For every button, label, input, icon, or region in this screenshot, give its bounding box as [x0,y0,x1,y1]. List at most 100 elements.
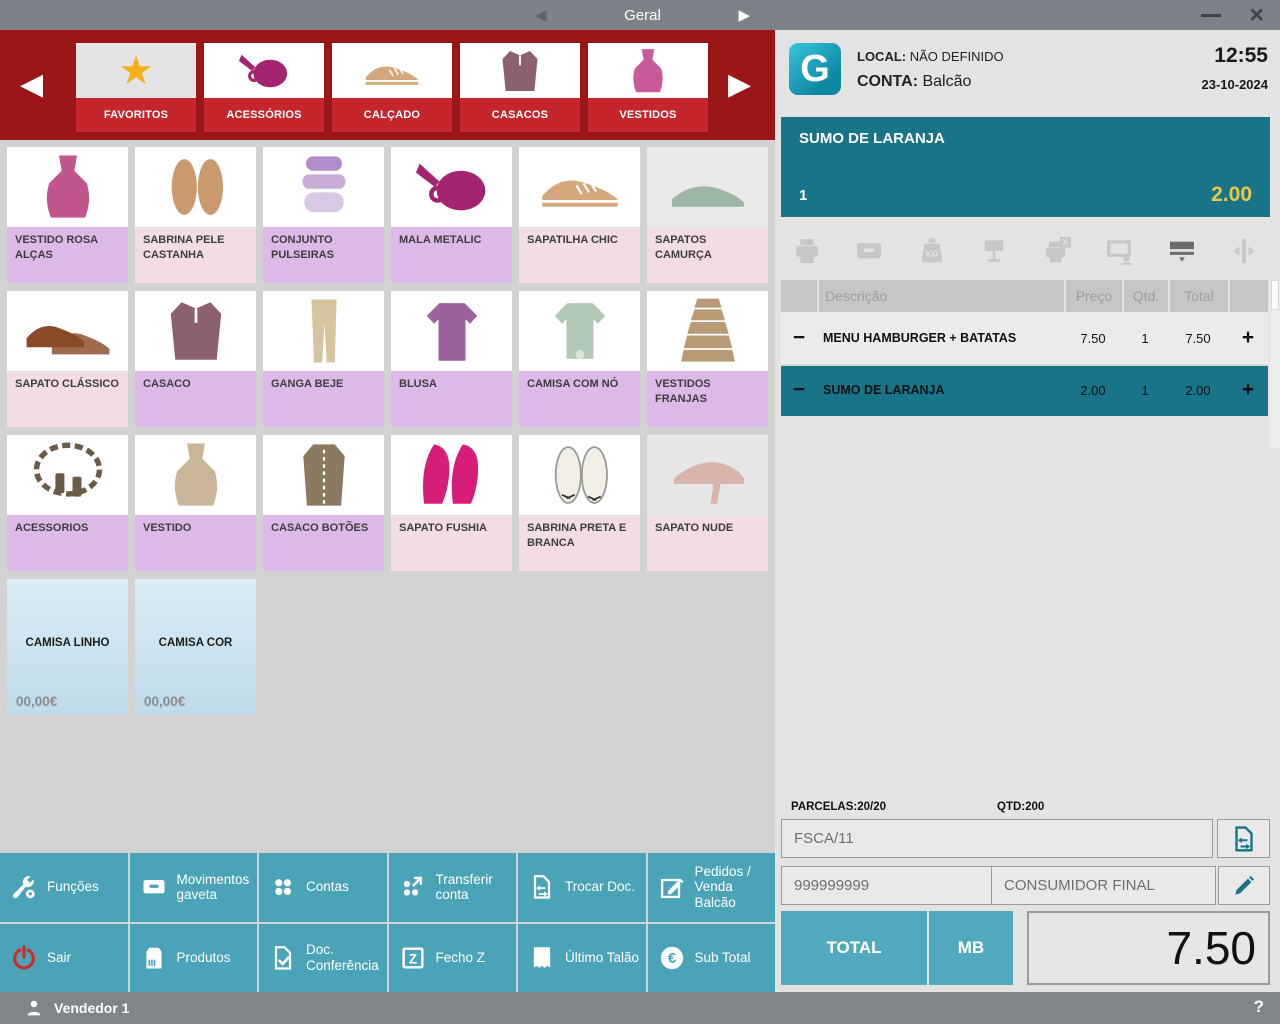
display-icon[interactable] [1166,235,1198,267]
function-button-pedidos-venda-balc-o[interactable]: Pedidos / Venda Balcão [648,853,776,922]
casaco-image [135,291,256,371]
casacos-category-icon [460,43,580,98]
product-name: SAPATO CLÁSSICO [7,371,128,427]
page-prev-icon[interactable]: ◀ [535,6,547,24]
sign-icon[interactable] [978,235,1010,267]
row-total: 7.50 [1168,331,1228,346]
page-title: Geral [624,7,661,24]
table-scrollbar-thumb[interactable] [1271,280,1279,310]
product-tile-sabrina-pele-castanha[interactable]: SABRINA PELE CASTANHA [135,147,256,283]
function-button-trocar-doc[interactable]: Trocar Doc. [518,853,646,922]
pos-application: ◀ Geral ▶ × ◀ ▶ ★FAVORITOSACESSÓRIOSCALÇ… [0,0,1280,1024]
product-name: SAPATILHA CHIC [519,227,640,283]
function-button-produtos[interactable]: Produtos [130,924,258,993]
function-button-transferir-conta[interactable]: Transferir conta [389,853,517,922]
change-document-button[interactable] [1217,819,1270,858]
product-tile-conjunto-pulseiras[interactable]: CONJUNTO PULSEIRAS [263,147,384,283]
order-rows: −MENU HAMBURGER + BATATAS7.5017.50+−SUMO… [781,312,1268,416]
product-tile-mala-metalic[interactable]: MALA METALIC [391,147,512,283]
product-tile-sapato-nude[interactable]: SAPATO NUDE [647,435,768,571]
scale-icon[interactable]: KG [916,235,948,267]
function-button-fun-es[interactable]: Funções [0,853,128,922]
category-tile-casacos[interactable]: CASACOS [460,43,580,132]
table-scrollbar[interactable] [1270,280,1280,448]
help-button[interactable]: ? [1254,997,1264,1017]
row-description: SUMO DE LARANJA [817,382,1064,398]
power-icon [10,944,38,972]
product-tile-sapatos-camur-a[interactable]: SAPATOS CAMURÇA [647,147,768,283]
product-tile-sapato-cl-ssico[interactable]: SAPATO CLÁSSICO [7,291,128,427]
category-tile-cal-ado[interactable]: CALÇADO [332,43,452,132]
product-price: 00,00€ [16,694,57,709]
total-button[interactable]: TOTAL [781,911,927,985]
transfer-icon [399,873,427,901]
casaco-bot-es-image [263,435,384,515]
function-button-sub-total[interactable]: €Sub Total [648,924,776,993]
product-tile-ganga-beje[interactable]: GANGA BEJE [263,291,384,427]
product-tile-camisa-com-n[interactable]: CAMISA COM NÓ [519,291,640,427]
total-row: TOTAL MB 7.50 [781,911,1270,985]
function-button-movimentos-gaveta[interactable]: Movimentos gaveta [130,853,258,922]
category-tile-favoritos[interactable]: ★FAVORITOS [76,43,196,132]
product-tile-acessorios[interactable]: ACESSORIOS [7,435,128,571]
mb-button[interactable]: MB [929,911,1013,985]
product-tile-camisa-cor[interactable]: CAMISA COR00,00€ [135,579,256,715]
printer-icon[interactable] [791,235,823,267]
product-tile-sapatilha-chic[interactable]: SAPATILHA CHIC [519,147,640,283]
function-button-contas[interactable]: Contas [259,853,387,922]
drawer-icon[interactable] [853,235,885,267]
function-button-fecho-z[interactable]: ZFecho Z [389,924,517,993]
split-icon[interactable] [1228,235,1260,267]
function-button-doc-confer-ncia[interactable]: Doc. Conferência [259,924,387,993]
function-button-label: Trocar Doc. [565,879,635,895]
product-tile-camisa-linho[interactable]: CAMISA LINHO 00,00€ [7,579,128,715]
page-next-icon[interactable]: ▶ [738,6,750,24]
sabrina-pele-castanha-image [135,147,256,227]
decrease-qty-button[interactable]: − [793,326,805,350]
printerx-icon[interactable]: X [1041,235,1073,267]
product-tile-vestidos-franjas[interactable]: VESTIDOS FRANJAS [647,291,768,427]
customer-nif-input[interactable] [781,866,991,905]
row-price: 2.00 [1064,383,1122,398]
product-tile-sapato-fushia[interactable]: SAPATO FUSHIA [391,435,512,571]
svg-text:€: € [667,951,675,967]
function-button-label: Transferir conta [436,872,513,903]
function-button-label: Movimentos gaveta [177,872,254,903]
customer-name-input[interactable] [991,866,1216,905]
increase-qty-button[interactable]: + [1242,326,1254,350]
function-button-sair[interactable]: Sair [0,924,128,993]
order-row-menu-hamburger-batatas[interactable]: −MENU HAMBURGER + BATATAS7.5017.50+ [781,312,1268,366]
edit-customer-button[interactable] [1218,866,1270,905]
vestido-rosa-al-as-image [7,147,128,227]
function-button-ltimo-tal-o[interactable]: Último Talão [518,924,646,993]
function-button-label: Contas [306,879,349,895]
category-label: CALÇADO [332,98,452,132]
minimize-icon[interactable] [1201,14,1221,17]
category-scroll-left-icon[interactable]: ◀ [20,70,43,100]
product-name: CAMISA LINHO [7,637,128,649]
product-name: CONJUNTO PULSEIRAS [263,227,384,283]
product-tile-vestido[interactable]: VESTIDO [135,435,256,571]
category-tile-acess-rios[interactable]: ACESSÓRIOS [204,43,324,132]
product-name: MALA METALIC [391,227,512,283]
category-tile-vestidos[interactable]: VESTIDOS [588,43,708,132]
local-label: LOCAL: [857,49,906,64]
row-price: 7.50 [1064,331,1122,346]
mala-metalic-image [391,147,512,227]
monitoruser-icon[interactable] [1103,235,1135,267]
category-scroll-right-icon[interactable]: ▶ [728,70,751,100]
product-tile-casaco-bot-es[interactable]: CASACO BOTÕES [263,435,384,571]
increase-qty-button[interactable]: + [1242,378,1254,402]
product-name: CAMISA COR [135,637,256,649]
product-name: SAPATO NUDE [647,515,768,571]
product-tile-vestido-rosa-al-as[interactable]: VESTIDO ROSA ALÇAS [7,147,128,283]
decrease-qty-button[interactable]: − [793,378,805,402]
close-icon[interactable]: × [1249,2,1264,28]
product-tile-sabrina-preta-e-branca[interactable]: SABRINA PRETA E BRANCA [519,435,640,571]
status-bar: Vendedor 1 ? [0,992,1280,1024]
order-row-sumo-de-laranja[interactable]: −SUMO DE LARANJA2.0012.00+ [781,366,1268,416]
product-tile-blusa[interactable]: BLUSA [391,291,512,427]
product-tile-casaco[interactable]: CASACO [135,291,256,427]
order-table-header: Descrição Preço Qtd. Total [781,280,1268,312]
document-ref-input[interactable] [781,819,1213,858]
